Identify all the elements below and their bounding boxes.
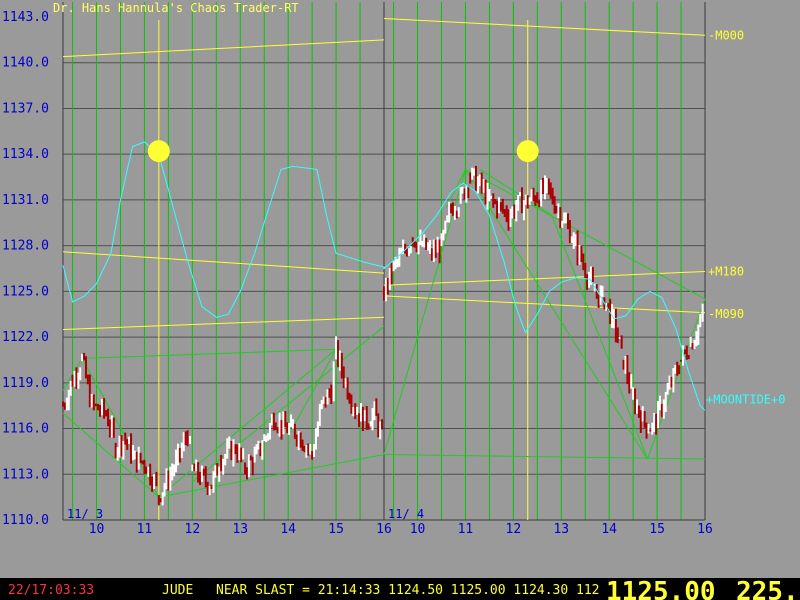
- status-big-volume: 225.0: [736, 578, 800, 600]
- planet-line-label: +M180: [708, 265, 744, 279]
- x-tick-label: 11: [137, 522, 153, 537]
- x-tick-label: 13: [553, 522, 569, 537]
- y-tick-label: 1122.0: [2, 330, 49, 345]
- status-big-price: 1125.00: [606, 578, 716, 600]
- y-tick-label: 1134.0: [2, 147, 49, 162]
- chart-title: Dr. Hans Hannula's Chaos Trader-RT: [53, 1, 299, 15]
- y-tick-label: 1119.0: [2, 376, 49, 391]
- y-tick-label: 1128.0: [2, 239, 49, 254]
- x-tick-label: 14: [601, 522, 617, 537]
- y-tick-label: 1116.0: [2, 422, 49, 437]
- planet-line-label: -M090: [708, 307, 744, 321]
- x-tick-label: 12: [506, 522, 522, 537]
- x-tick-label: 15: [649, 522, 665, 537]
- chaos-trader-chart: 1143.0 1140.0 1137.0 1134.0 1131.0 1128.0 1125…: [0, 0, 800, 578]
- status-bar: 22/17:03:33 JUDE NEAR SLAST = 21:14:33 1…: [0, 578, 800, 600]
- y-tick-label: 1143.0: [2, 10, 49, 25]
- status-timestamp: 22/17:03:33: [8, 583, 95, 598]
- status-quote-line: NEAR SLAST = 21:14:33 1124.50 1125.00 11…: [216, 583, 600, 598]
- planet-line-label: -M000: [708, 28, 744, 42]
- y-tick-label: 1110.0: [2, 513, 49, 528]
- status-symbol: JUDE: [162, 583, 194, 598]
- day-label: 11/ 3: [67, 507, 103, 521]
- x-tick-label: 11: [458, 522, 474, 537]
- x-tick-label: 14: [280, 522, 296, 537]
- moontide-label: +MOONTIDE+0: [706, 393, 785, 407]
- x-tick-label: 16: [376, 522, 392, 537]
- x-tick-label: 16: [697, 522, 713, 537]
- x-tick-label: 10: [89, 522, 105, 537]
- y-tick-label: 1125.0: [2, 284, 49, 299]
- event-marker: [147, 140, 170, 163]
- y-tick-label: 1140.0: [2, 56, 49, 71]
- x-tick-label: 12: [185, 522, 201, 537]
- x-tick-label: 15: [328, 522, 344, 537]
- day-label: 11/ 4: [388, 507, 424, 521]
- y-tick-label: 1137.0: [2, 101, 49, 116]
- y-tick-label: 1131.0: [2, 193, 49, 208]
- x-tick-label: 13: [232, 522, 248, 537]
- y-tick-label: 1113.0: [2, 467, 49, 482]
- event-marker: [516, 140, 539, 163]
- x-tick-label: 10: [410, 522, 426, 537]
